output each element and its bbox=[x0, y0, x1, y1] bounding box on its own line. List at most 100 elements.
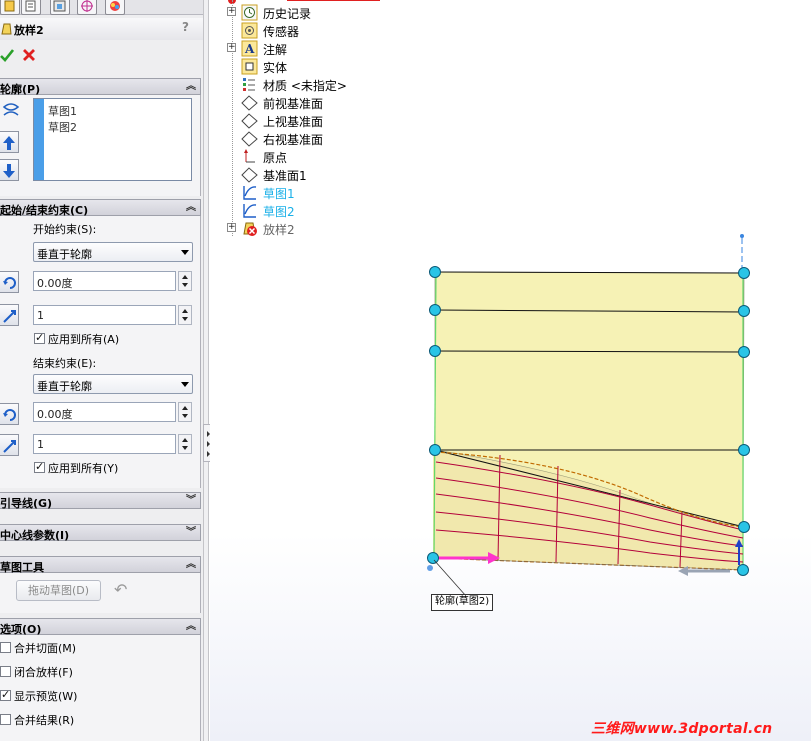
options-group-header[interactable]: 选项(O) ︽ bbox=[0, 618, 201, 636]
configuration-icon bbox=[53, 0, 66, 12]
pm-title: 放样2 bbox=[14, 24, 44, 37]
tree-item-label: 放样2 bbox=[263, 223, 295, 237]
profile-selection-icon bbox=[0, 98, 20, 124]
collapse-chevron-icon[interactable]: ︽ bbox=[186, 80, 196, 94]
start-length-spinbox[interactable]: 1 bbox=[33, 305, 193, 325]
pm-title-bar: 放样2 ? bbox=[0, 18, 203, 40]
plane-icon bbox=[241, 112, 258, 129]
collapse-chevron-icon[interactable]: ︽ bbox=[186, 201, 196, 215]
tab-dimxpert-manager[interactable] bbox=[77, 0, 97, 15]
tree-item-label: 基准面1 bbox=[263, 169, 307, 183]
spinner-arrows[interactable] bbox=[178, 402, 192, 422]
arrow-down-icon bbox=[3, 164, 15, 178]
start-length-field[interactable]: 1 bbox=[33, 305, 176, 325]
tree-item-label: 右视基准面 bbox=[263, 133, 324, 147]
expand-chevron-icon[interactable]: ︾ bbox=[186, 494, 196, 508]
reverse-direction-button[interactable] bbox=[0, 271, 19, 293]
start-constraint-select[interactable]: 垂直于轮廓 bbox=[33, 242, 193, 262]
tree-connector-lines bbox=[232, 0, 235, 236]
expand-chevron-icon[interactable]: ︾ bbox=[186, 526, 196, 540]
start-apply-all-checkbox[interactable] bbox=[34, 331, 45, 344]
expand-icon[interactable]: + bbox=[227, 7, 236, 16]
sketch-icon bbox=[241, 184, 258, 201]
panel-splitter[interactable] bbox=[203, 0, 209, 741]
expand-icon[interactable]: + bbox=[227, 43, 236, 52]
start-length-value: 1 bbox=[37, 309, 44, 322]
spinner-arrows[interactable] bbox=[178, 305, 192, 325]
merge-tangent-label: 合并切面(M) bbox=[14, 642, 77, 655]
tree-item-label: 上视基准面 bbox=[263, 115, 324, 129]
history-icon bbox=[241, 4, 258, 21]
tree-item-label: 传感器 bbox=[263, 25, 300, 39]
material-icon bbox=[241, 76, 258, 93]
profile-list[interactable]: 草图1 草图2 bbox=[33, 98, 192, 181]
end-length-spinbox[interactable]: 1 bbox=[33, 434, 193, 454]
profile-callout[interactable]: 轮廓(草图2) bbox=[431, 594, 494, 611]
end-angle-spinbox[interactable]: 0.00度 bbox=[33, 402, 193, 422]
end-angle-field[interactable]: 0.00度 bbox=[33, 402, 176, 422]
ok-icon[interactable] bbox=[0, 48, 14, 62]
start-angle-field[interactable]: 0.00度 bbox=[33, 271, 176, 291]
arrow-up-icon bbox=[3, 136, 15, 150]
show-preview-checkbox[interactable] bbox=[0, 688, 11, 701]
end-length-field[interactable]: 1 bbox=[33, 434, 176, 454]
profile-group-header[interactable]: 轮廓(P) ︽ bbox=[0, 78, 201, 96]
loft-error-icon bbox=[241, 220, 258, 237]
merge-result-checkbox[interactable] bbox=[0, 714, 11, 725]
close-loft-checkbox[interactable] bbox=[0, 666, 11, 677]
tree-item-label: 实体 bbox=[263, 61, 288, 75]
list-item[interactable]: 草图2 bbox=[48, 119, 77, 135]
tab-configuration-manager[interactable] bbox=[50, 0, 70, 15]
tree-item-label: 历史记录 bbox=[263, 7, 312, 21]
tab-property-manager[interactable] bbox=[21, 0, 41, 15]
end-length-value: 1 bbox=[37, 438, 44, 451]
end-constraint-label: 结束约束(E): bbox=[33, 357, 97, 370]
start-constraint-value: 垂直于轮廓 bbox=[37, 248, 92, 261]
spinner-arrows[interactable] bbox=[178, 271, 192, 291]
rotate-icon bbox=[3, 409, 16, 421]
start-angle-spinbox[interactable]: 0.00度 bbox=[33, 271, 193, 291]
tangent-length-icon bbox=[3, 310, 16, 323]
spinner-arrows[interactable] bbox=[178, 434, 192, 454]
collapse-chevron-icon[interactable]: ︽ bbox=[186, 558, 196, 572]
cancel-icon[interactable] bbox=[22, 48, 36, 62]
move-down-button[interactable] bbox=[0, 159, 19, 181]
selection-color-bar bbox=[34, 99, 44, 180]
sketch-tools-group-header[interactable]: 草图工具 ︽ bbox=[0, 556, 201, 574]
undo-icon[interactable]: ↶ bbox=[114, 580, 127, 599]
help-button[interactable]: ? bbox=[182, 20, 195, 35]
tree-item-label: 注解 bbox=[263, 43, 288, 57]
property-icon bbox=[25, 0, 36, 12]
sketch-icon bbox=[241, 202, 258, 219]
loft-feature-icon bbox=[1, 23, 12, 35]
sensor-icon bbox=[241, 22, 258, 39]
drag-sketch-button[interactable]: 拖动草图(D) bbox=[16, 580, 101, 601]
expand-icon[interactable]: + bbox=[227, 223, 236, 232]
list-item[interactable]: 草图1 bbox=[48, 103, 77, 119]
tree-item-label: 草图1 bbox=[263, 187, 295, 201]
merge-tangent-checkbox[interactable] bbox=[0, 642, 11, 653]
tangent-length-button[interactable] bbox=[0, 304, 19, 326]
collapse-chevron-icon[interactable]: ︽ bbox=[186, 620, 196, 634]
end-tangent-length-button[interactable] bbox=[0, 434, 19, 456]
dropdown-arrow-icon bbox=[181, 382, 189, 387]
origin-icon bbox=[241, 148, 258, 165]
centerline-group-header[interactable]: 中心线参数(I) ︾ bbox=[0, 524, 201, 542]
tab-feature-manager[interactable] bbox=[0, 0, 20, 15]
tree-item-label: 草图2 bbox=[263, 205, 295, 219]
tangent-length-icon bbox=[3, 440, 16, 453]
constraints-group-header[interactable]: 起始/结束约束(C) ︽ bbox=[0, 199, 201, 217]
move-up-button[interactable] bbox=[0, 131, 19, 153]
end-reverse-direction-button[interactable] bbox=[0, 403, 19, 425]
end-apply-all-checkbox[interactable] bbox=[34, 460, 45, 473]
tab-display-manager[interactable] bbox=[105, 0, 125, 15]
solid-bodies-icon bbox=[241, 58, 258, 75]
rotate-icon bbox=[3, 277, 16, 289]
svg-text:A: A bbox=[244, 42, 255, 56]
end-constraint-select[interactable]: 垂直于轮廓 bbox=[33, 374, 193, 394]
guides-group-header[interactable]: 引导线(G) ︾ bbox=[0, 492, 201, 510]
close-loft-label: 闭合放样(F) bbox=[14, 666, 73, 679]
plane-icon bbox=[241, 94, 258, 111]
tree-item-label: 原点 bbox=[263, 151, 288, 165]
tree-item-label: 材质 <未指定> bbox=[263, 79, 347, 93]
